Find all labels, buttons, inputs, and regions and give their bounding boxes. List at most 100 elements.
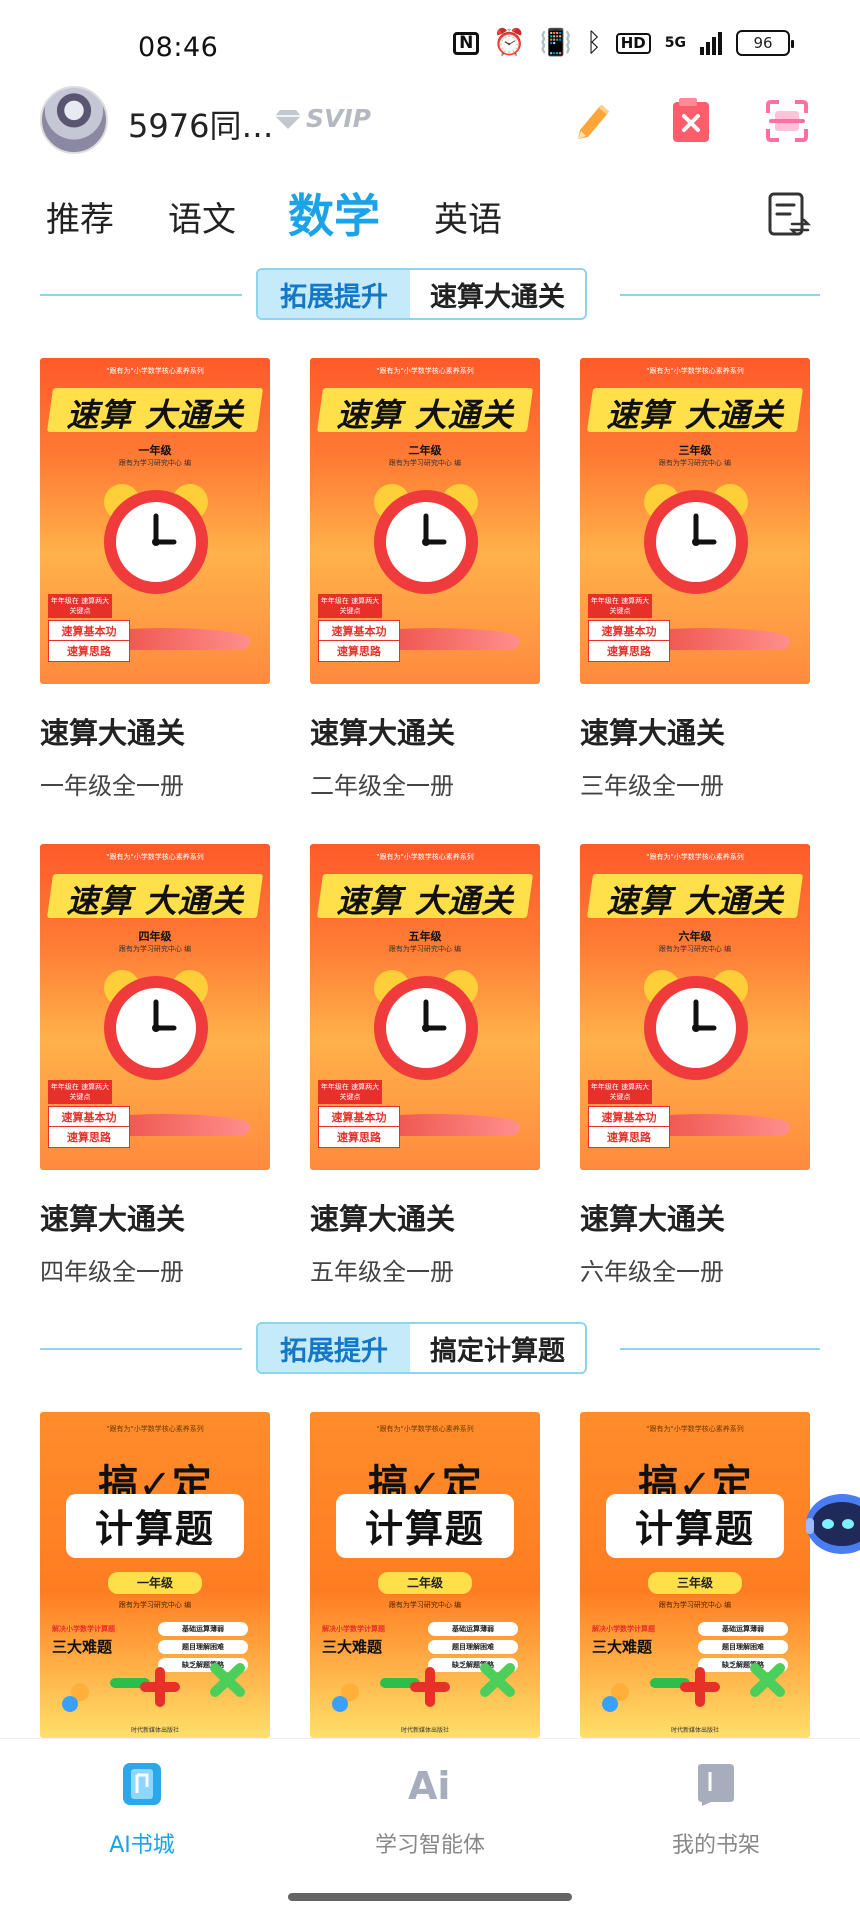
cover-publisher: 跟有为学习研究中心 编 (118, 459, 192, 467)
cover-text: 解决小学数学计算题 (52, 1625, 115, 1633)
book-title: 速算大通关 (580, 1202, 726, 1236)
cover-press: 时代新媒体出版社 (670, 1727, 719, 1734)
cover-series: "跟有为"小学数学核心素养系列 (106, 1425, 204, 1433)
book-card[interactable]: "跟有为"小学数学核心素养系列 速算 大通关 一年级 跟有为学习研究中心 编 年… (40, 358, 270, 801)
cover-publisher: 跟有为学习研究中心 编 (388, 945, 462, 953)
alarm-clock-icon (374, 484, 478, 594)
bluetooth-icon: ᛒ (586, 28, 602, 58)
section-header-sushuan: 拓展提升 速算大通关 (0, 268, 860, 322)
alarm-clock-icon (644, 484, 748, 594)
tab-english[interactable]: 英语 (434, 192, 502, 241)
svip-badge[interactable]: SVIP (274, 104, 371, 133)
book-cover[interactable]: "跟有为"小学数学核心素养系列 速算 大通关 一年级 跟有为学习研究中心 编 年… (40, 358, 270, 684)
divider (40, 1348, 242, 1350)
subject-settings-icon[interactable] (766, 190, 812, 240)
cover-grade: 五年级 (408, 930, 442, 943)
book-card[interactable]: "跟有为"小学数学核心素养系列 速算 大通关 三年级 跟有为学习研究中心 编 年… (580, 358, 810, 801)
cover-tag: 年年级在 速算两大关键点 (318, 1080, 382, 1104)
cover-publisher: 跟有为学习研究中心 编 (388, 459, 462, 467)
book-cover[interactable]: "跟有为"小学数学核心素养系列 速算 大通关 四年级 跟有为学习研究中心 编 年… (40, 844, 270, 1170)
cover-grade: 一年级 (138, 444, 172, 457)
cover-grade: 四年级 (138, 930, 172, 943)
cover-publisher: 跟有为学习研究中心 编 (658, 459, 732, 467)
cover-title: 速算 大通关 (66, 882, 244, 920)
cover-publisher: 跟有为学习研究中心 编 (118, 945, 192, 953)
book-card[interactable]: "跟有为"小学数学核心素养系列 速算 大通关 六年级 跟有为学习研究中心 编 年… (580, 844, 810, 1287)
nav-bookstore[interactable]: AI书城 (62, 1759, 222, 1859)
book-subtitle: 四年级全一册 (40, 1258, 184, 1286)
cover-tag: 年年级在 速算两大关键点 (318, 594, 382, 618)
ai-assistant-robot-icon[interactable] (802, 1484, 860, 1562)
cover-tag: 题目理解困难 (428, 1640, 518, 1654)
tab-chinese[interactable]: 语文 (168, 192, 236, 241)
cover-tag: 年年级在 速算两大关键点 (588, 594, 652, 618)
edit-pencil-icon[interactable] (568, 96, 618, 146)
section-tag: 拓展提升 (258, 1324, 410, 1372)
cover-series: "跟有为"小学数学核心素养系列 (376, 853, 474, 861)
section-pill[interactable]: 拓展提升 速算大通关 (256, 268, 587, 320)
book-cover[interactable]: "跟有为"小学数学核心素养系列 速算 大通关 五年级 跟有为学习研究中心 编 年… (310, 844, 540, 1170)
tab-math[interactable]: 数学 (288, 180, 380, 246)
book-card[interactable]: "跟有为"小学数学核心素养系列 速算 大通关 五年级 跟有为学习研究中心 编 年… (310, 844, 540, 1287)
section-title: 速算大通关 (410, 270, 585, 318)
scan-icon[interactable] (762, 96, 812, 146)
math-symbols-icon (332, 1663, 515, 1712)
subject-tabs: 推荐 语文 数学 英语 (0, 180, 860, 250)
cover-tag: 速算思路 (318, 1126, 400, 1148)
book-cover[interactable]: "跟有为"小学数学核心素养系列 搞✓定 计算题 三年级 跟有为学习研究中心 编 … (580, 1412, 810, 1738)
cover-tag: 基础运算薄弱 (158, 1622, 248, 1636)
cover-series: "跟有为"小学数学核心素养系列 (106, 367, 204, 375)
network-type: 5G (664, 35, 686, 51)
tab-recommend[interactable]: 推荐 (46, 192, 114, 241)
book-subtitle: 一年级全一册 (40, 772, 184, 800)
book-card[interactable]: "跟有为"小学数学核心素养系列 搞✓定 计算题 三年级 跟有为学习研究中心 编 … (580, 1412, 810, 1738)
book-card[interactable]: "跟有为"小学数学核心素养系列 搞✓定 计算题 一年级 跟有为学习研究中心 编 … (40, 1412, 270, 1738)
cover-title: 速算 大通关 (66, 396, 244, 434)
cover-tag: 速算基本功 (48, 620, 130, 642)
cover-series: "跟有为"小学数学核心素养系列 (646, 367, 744, 375)
math-symbols-icon (602, 1663, 785, 1712)
cover-tag: 年年级在 速算两大关键点 (48, 1080, 112, 1104)
book-cover[interactable]: "跟有为"小学数学核心素养系列 速算 大通关 三年级 跟有为学习研究中心 编 年… (580, 358, 810, 684)
section-pill[interactable]: 拓展提升 搞定计算题 (256, 1322, 587, 1374)
nav-ai-agent[interactable]: Ai 学习智能体 (350, 1759, 510, 1859)
book-cover[interactable]: "跟有为"小学数学核心素养系列 速算 大通关 六年级 跟有为学习研究中心 编 年… (580, 844, 810, 1170)
book-cover[interactable]: "跟有为"小学数学核心素养系列 搞✓定 计算题 二年级 跟有为学习研究中心 编 … (310, 1412, 540, 1738)
book-card[interactable]: "跟有为"小学数学核心素养系列 搞✓定 计算题 二年级 跟有为学习研究中心 编 … (310, 1412, 540, 1738)
home-indicator[interactable] (288, 1893, 572, 1901)
nav-label: AI书城 (109, 1833, 175, 1858)
book-cover[interactable]: "跟有为"小学数学核心素养系列 搞✓定 计算题 一年级 跟有为学习研究中心 编 … (40, 1412, 270, 1738)
status-icons: N ⏰ 📳 ᛒ HD 5G 96 (453, 28, 794, 58)
cover-text: 三大难题 (592, 1638, 653, 1656)
section-header-gaoding: 拓展提升 搞定计算题 (0, 1322, 860, 1376)
cover-tag: 速算思路 (318, 640, 400, 662)
delete-bookmark-icon[interactable] (666, 96, 716, 146)
cover-publisher: 跟有为学习研究中心 编 (658, 945, 732, 953)
book-title: 速算大通关 (580, 716, 726, 750)
divider (40, 294, 242, 296)
book-subtitle: 三年级全一册 (580, 772, 724, 800)
cover-tag: 年年级在 速算两大关键点 (588, 1080, 652, 1104)
book-card[interactable]: "跟有为"小学数学核心素养系列 速算 大通关 四年级 跟有为学习研究中心 编 年… (40, 844, 270, 1287)
cover-series: "跟有为"小学数学核心素养系列 (376, 1425, 474, 1433)
app-header: 5976同… SVIP (0, 84, 860, 154)
nav-label: 我的书架 (671, 1833, 760, 1858)
cover-publisher: 跟有为学习研究中心 编 (658, 1601, 732, 1609)
alarm-clock-icon (104, 970, 208, 1080)
cover-tag: 速算思路 (588, 1126, 670, 1148)
divider (620, 1348, 820, 1350)
nav-bookshelf[interactable]: 我的书架 (636, 1759, 796, 1859)
cover-press: 时代新媒体出版社 (400, 1727, 449, 1734)
book-cover[interactable]: "跟有为"小学数学核心素养系列 速算 大通关 二年级 跟有为学习研究中心 编 年… (310, 358, 540, 684)
book-subtitle: 五年级全一册 (310, 1258, 454, 1286)
alarm-clock-icon (644, 970, 748, 1080)
cover-tag: 速算基本功 (588, 1106, 670, 1128)
book-subtitle: 六年级全一册 (580, 1258, 724, 1286)
cover-text: 解决小学数学计算题 (322, 1625, 385, 1633)
book-card[interactable]: "跟有为"小学数学核心素养系列 速算 大通关 二年级 跟有为学习研究中心 编 年… (310, 358, 540, 801)
avatar[interactable] (40, 86, 108, 154)
divider (620, 294, 820, 296)
cover-title: 计算题 (634, 1507, 755, 1551)
username[interactable]: 5976同… (128, 101, 273, 147)
cover-title: 计算题 (94, 1507, 215, 1551)
